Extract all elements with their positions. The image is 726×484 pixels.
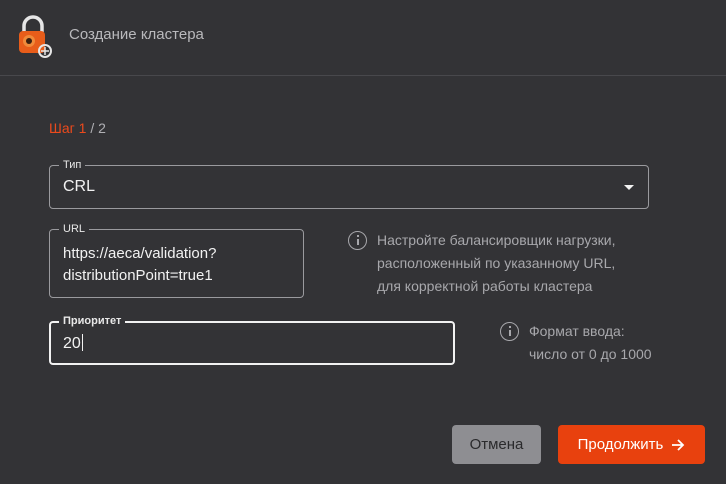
dialog-header: Создание кластера — [0, 0, 726, 76]
step-current: 1 — [78, 120, 87, 136]
padlock-logo-icon — [19, 15, 52, 58]
continue-button[interactable]: Продолжить — [558, 425, 705, 464]
url-hint-text: Настройте балансировщик нагрузки, распол… — [377, 232, 616, 294]
type-label: Тип — [59, 158, 86, 172]
step-separator: / — [90, 120, 95, 136]
priority-value: 20 — [63, 334, 83, 353]
cancel-button-label: Отмена — [469, 436, 524, 453]
type-value: CRL — [63, 178, 96, 195]
continue-button-label: Продолжить — [577, 436, 664, 453]
priority-label: Приоритет — [59, 314, 126, 328]
priority-input[interactable]: Приоритет 20 — [49, 314, 455, 365]
url-hint: Настройте балансировщик нагрузки, распол… — [348, 229, 668, 299]
step-label: Шаг — [49, 120, 75, 136]
info-icon — [500, 322, 519, 341]
dropdown-caret-icon — [624, 185, 634, 190]
step-indicator: Шаг 1 / 2 — [49, 120, 106, 136]
priority-hint: Формат ввода: число от 0 до 1000 — [500, 320, 700, 370]
url-label: URL — [59, 222, 90, 236]
arrow-right-icon — [672, 438, 685, 451]
text-cursor — [81, 334, 83, 351]
priority-hint-text: Формат ввода: число от 0 до 1000 — [529, 323, 652, 362]
step-total: 2 — [98, 120, 106, 136]
priority-value-text: 20 — [63, 335, 81, 352]
cancel-button[interactable]: Отмена — [452, 425, 541, 464]
type-select[interactable]: Тип CRL — [49, 158, 649, 209]
url-field[interactable]: URL https://aeca/validation? distributio… — [49, 222, 304, 298]
info-icon — [348, 231, 367, 250]
dialog-title: Создание кластера — [69, 26, 204, 43]
url-value: https://aeca/validation? distributionPoi… — [63, 245, 217, 284]
